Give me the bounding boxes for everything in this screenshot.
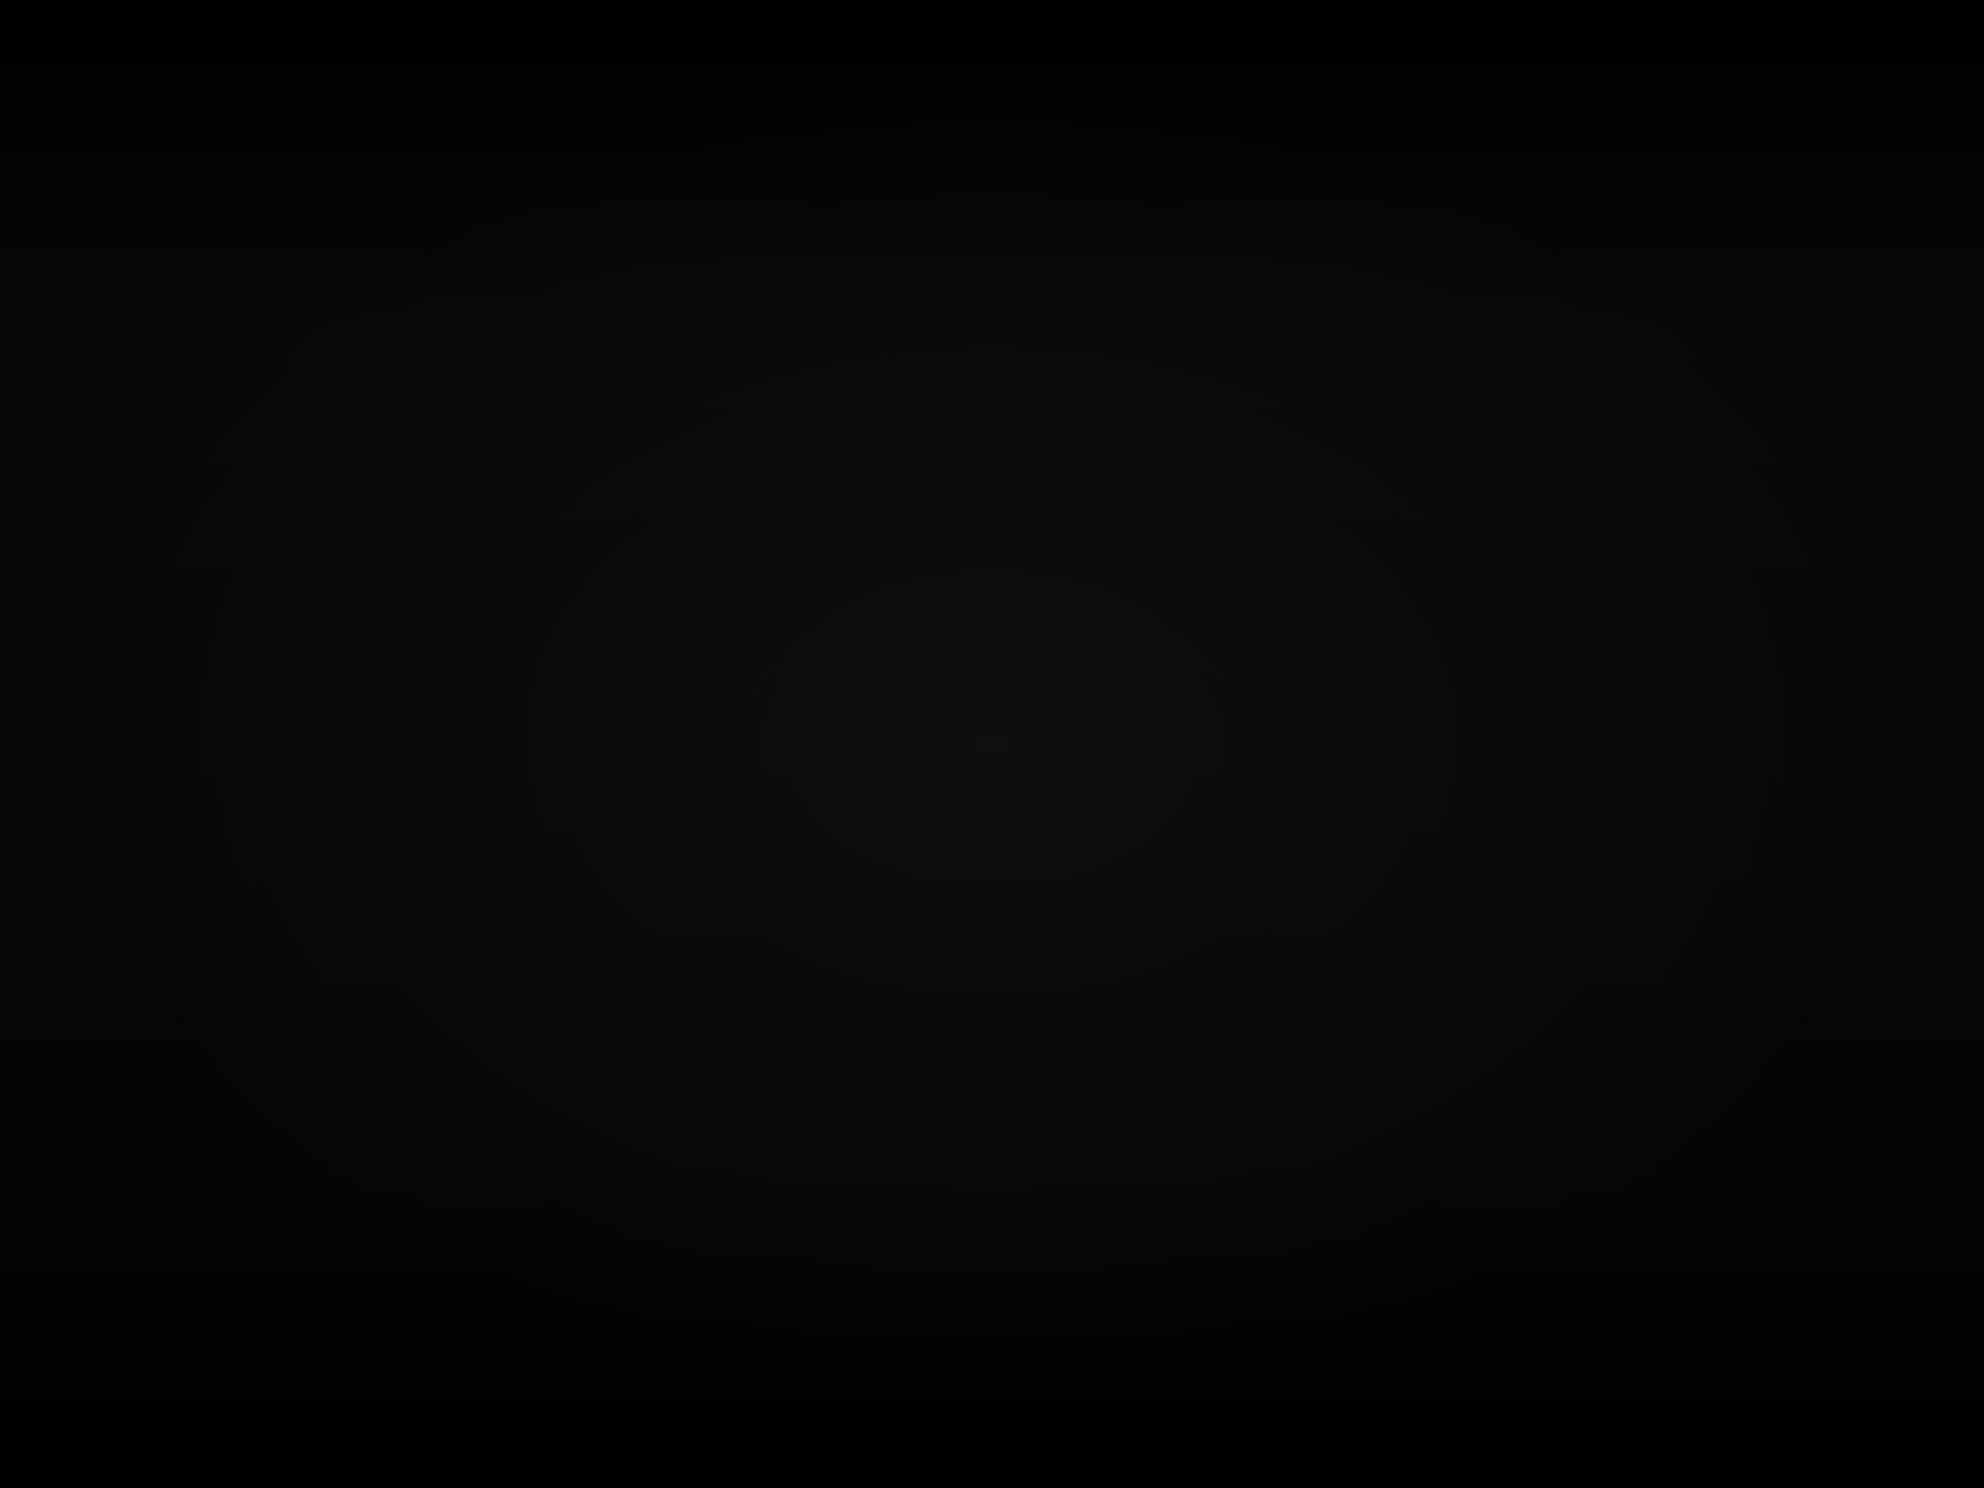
help-line: For OS need legacy support	[1369, 538, 1822, 573]
help-panel-title: Item Specific Help	[1356, 371, 1899, 426]
key-label: F1	[276, 1339, 312, 1371]
keybar-item-f9-setup-defaults[interactable]: F9 Setup Defaults	[1905, 1276, 1932, 1298]
keybar-column-values: F5/F6 Change Values Enter Select ▶ SubMe…	[1215, 1276, 1823, 1384]
help-line: For OS need pure UEFI.	[1369, 472, 1752, 507]
setting-value[interactable]: [Enabled]	[853, 579, 1017, 615]
tab-boot[interactable]: Boot	[760, 320, 849, 357]
revision-label: Rev. 5.0	[1731, 278, 1879, 313]
key-description: Exit	[367, 1373, 455, 1386]
keybar-column-general: F1 Help Esc Exit	[101, 1297, 454, 1386]
content-frame: Boot Mode [UEFI] Fast Boot [Enabled] USB B…	[70, 358, 1918, 1286]
help-box: Item Specific Help [UEFI] For OS need pu…	[1354, 369, 1907, 1264]
setting-label: IPV4 PXE First	[212, 584, 468, 619]
key-description: Select ▶ SubMenu	[1526, 1350, 1824, 1384]
key-description: Help	[366, 1338, 454, 1370]
tab-exit[interactable]: Exit	[869, 319, 957, 356]
boot-settings-panel: Boot Mode [UEFI] Fast Boot [Enabled] USB B…	[74, 366, 1349, 1283]
help-panel-body: [UEFI] For OS need pure UEFI. [Legacy Su…	[1357, 422, 1899, 574]
key-description: Select Menu	[896, 1363, 1107, 1386]
key-label: Esc	[277, 1374, 367, 1386]
item-specific-help-panel: Item Specific Help [UEFI] For OS need pu…	[1341, 361, 1915, 1274]
key-label: F5/F6	[1390, 1314, 1478, 1347]
function-key-bar: F1 Help Esc Exit ↑↓ Select Item ↔ Select…	[65, 1276, 1932, 1386]
tab-security[interactable]: Security	[583, 321, 741, 358]
arrows-updown-icon: ↑↓	[840, 1327, 876, 1359]
keybar-item-f1-help[interactable]: F1 Help	[101, 1297, 454, 1370]
key-label: Enter	[1390, 1352, 1478, 1385]
key-description: Select Item	[896, 1325, 1106, 1358]
keybar-item-change-values[interactable]: F5/F6 Change Values	[1215, 1276, 1823, 1346]
bios-body: Boot Mode [UEFI] Fast Boot [Enabled] USB B…	[59, 348, 1932, 1290]
help-line: [Legacy Support]	[1369, 506, 1648, 540]
bios-screen: InsydeH2O Setup Utility Rev. 5.0 Informa…	[58, 274, 1932, 1386]
keybar-column-navigation: ↑↓ Select Item ↔ Select Menu	[665, 1284, 1106, 1386]
tab-configuration[interactable]: Configuration	[318, 322, 563, 360]
arrows-leftright-icon: ↔	[840, 1365, 859, 1386]
keybar-item-select-item[interactable]: ↑↓ Select Item	[665, 1284, 1106, 1358]
keybar-column-defaults-save: F9 Setup Defaults F10 Save and Exit	[1905, 1276, 1932, 1336]
photograph-of-laptop-screen: InsydeH2O Setup Utility Rev. 5.0 Informa…	[0, 0, 1984, 1488]
efi-boot-order-group: EFI Windows Boot Manager (SanDisk SD8SNA…	[97, 614, 1344, 763]
help-line: [UEFI]	[1369, 441, 1474, 474]
tab-information[interactable]: Information	[88, 324, 298, 362]
key-description: Change Values	[1526, 1312, 1771, 1346]
